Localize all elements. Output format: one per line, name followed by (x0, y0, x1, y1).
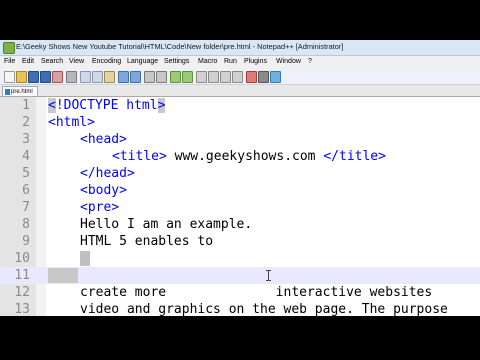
current-code-line: 11 (0, 267, 480, 284)
line-number: 11 (14, 268, 30, 283)
title-content: www.geekyshows.com (166, 149, 324, 164)
indent-guide-icon[interactable] (232, 71, 243, 83)
new-file-icon[interactable] (4, 71, 15, 83)
find-icon[interactable] (144, 71, 155, 83)
menu-view[interactable]: View (69, 57, 84, 67)
line-number: 12 (14, 285, 30, 300)
menu-settings[interactable]: Settings (164, 57, 189, 67)
close-file-icon[interactable] (52, 71, 63, 83)
toolbar (0, 68, 480, 85)
menu-plugins[interactable]: Plugins (244, 57, 267, 67)
whitespace-selection (48, 268, 78, 283)
matched-bracket: < (48, 98, 56, 113)
tab-label: pre.html (11, 89, 33, 95)
code-line: 7 <pre> (0, 199, 480, 216)
code-line: 1 <!DOCTYPE html> (0, 97, 480, 114)
code-text: video and graphics on the web page. The … (80, 302, 448, 316)
tab-bar: pre.html (0, 85, 480, 97)
cut-icon[interactable] (80, 71, 91, 83)
whitespace-selection (80, 251, 90, 266)
line-number: 2 (22, 115, 30, 130)
tab-pre-html[interactable]: pre.html (2, 86, 38, 96)
title-open-tag: <title> (112, 149, 167, 164)
menu-file[interactable]: File (4, 57, 15, 67)
code-editor[interactable]: 1 <!DOCTYPE html> 2 <html> 3 <head> 4 <t… (0, 97, 480, 316)
line-number: 10 (14, 251, 30, 266)
notepad-plus-plus-icon (3, 42, 15, 54)
line-number: 5 (22, 166, 30, 181)
menu-run[interactable]: Run (224, 57, 237, 67)
line-number: 3 (22, 132, 30, 147)
record-macro-icon[interactable] (246, 71, 257, 83)
doctype-text: !DOCTYPE html (55, 98, 158, 113)
code-text: <!DOCTYPE html> (48, 97, 166, 114)
code-line: 8 Hello I am an example. (0, 216, 480, 233)
menu-window[interactable]: Window (276, 57, 301, 67)
line-number: 6 (22, 183, 30, 198)
code-text: create more interactive websites (80, 285, 433, 300)
zoom-out-icon[interactable] (182, 71, 193, 83)
redo-icon[interactable] (130, 71, 141, 83)
stop-macro-icon[interactable] (258, 71, 269, 83)
menu-help[interactable]: ? (308, 57, 312, 67)
menu-bar: File Edit Search View Encoding Language … (0, 56, 480, 68)
menu-search[interactable]: Search (41, 57, 63, 67)
copy-icon[interactable] (92, 71, 103, 83)
matched-bracket: > (157, 98, 166, 113)
sync-scroll-icon[interactable] (196, 71, 207, 83)
code-text: <html> (48, 115, 95, 130)
zoom-in-icon[interactable] (170, 71, 181, 83)
menu-language[interactable]: Language (127, 57, 158, 67)
menu-encoding[interactable]: Encoding (92, 57, 121, 67)
code-line: 3 <head> (0, 131, 480, 148)
line-number: 13 (14, 302, 30, 316)
menu-edit[interactable]: Edit (22, 57, 34, 67)
code-line: 6 <body> (0, 182, 480, 199)
code-line: 10 (0, 250, 480, 267)
code-line: 4 <title> www.geekyshows.com </title> (0, 148, 480, 165)
code-line: 2 <html> (0, 114, 480, 131)
replace-icon[interactable] (156, 71, 167, 83)
line-number: 8 (22, 217, 30, 232)
line-number: 4 (22, 149, 30, 164)
code-text: HTML 5 enables to (80, 234, 214, 249)
undo-icon[interactable] (118, 71, 129, 83)
paste-icon[interactable] (104, 71, 115, 83)
code-text: <head> (80, 132, 127, 147)
line-number: 9 (22, 234, 30, 249)
title-bar: E:\Geeky Shows New Youtube Tutorial\HTML… (0, 40, 480, 56)
save-icon[interactable] (28, 71, 39, 83)
show-all-chars-icon[interactable] (220, 71, 231, 83)
file-saved-icon (5, 89, 10, 95)
notepad-window: E:\Geeky Shows New Youtube Tutorial\HTML… (0, 40, 480, 316)
code-text: <title> www.geekyshows.com </title> (112, 148, 386, 165)
open-folder-icon[interactable] (16, 71, 27, 83)
code-line: 5 </head> (0, 165, 480, 182)
line-number: 1 (22, 98, 30, 113)
text-cursor-icon (266, 270, 273, 281)
line-number: 7 (22, 200, 30, 215)
word-wrap-icon[interactable] (208, 71, 219, 83)
code-text: <body> (80, 183, 127, 198)
code-text: </head> (80, 166, 135, 181)
code-line: 13 video and graphics on the web page. T… (0, 301, 480, 316)
save-all-icon[interactable] (40, 71, 51, 83)
code-text: Hello I am an example. (80, 217, 253, 232)
menu-macro[interactable]: Macro (198, 57, 217, 67)
print-icon[interactable] (66, 71, 77, 83)
code-text: <pre> (80, 200, 120, 215)
title-close-tag: </title> (323, 149, 386, 164)
code-line: 9 HTML 5 enables to (0, 233, 480, 250)
window-title: E:\Geeky Shows New Youtube Tutorial\HTML… (16, 42, 344, 51)
play-macro-icon[interactable] (270, 71, 281, 83)
code-line: 12 create more interactive websites (0, 284, 480, 301)
